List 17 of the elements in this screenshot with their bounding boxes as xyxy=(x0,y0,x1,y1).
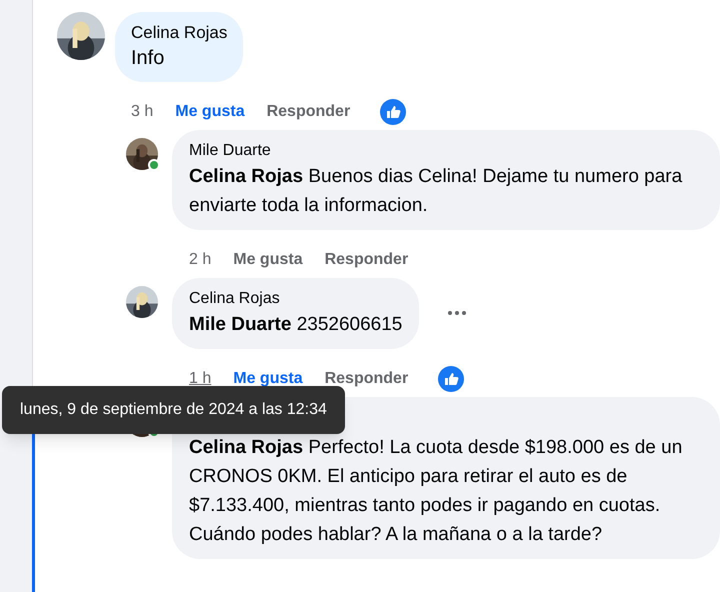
author-name[interactable]: Mile Duarte xyxy=(189,140,703,162)
reply-link[interactable]: Responder xyxy=(324,248,408,272)
more-options-icon[interactable] xyxy=(447,310,468,316)
like-link[interactable]: Me gusta xyxy=(175,100,245,124)
like-link[interactable]: Me gusta xyxy=(233,248,303,272)
thumbs-up-icon[interactable] xyxy=(438,366,464,392)
timestamp-link[interactable]: 2 h xyxy=(189,248,212,272)
author-name[interactable]: Celina Rojas xyxy=(131,22,228,44)
timestamp-link[interactable]: 3 h xyxy=(131,100,154,124)
thumbs-up-icon[interactable] xyxy=(380,99,406,125)
reply-text: Celina Rojas Buenos dias Celina! Dejame tu numero para enviarte toda la informacion. xyxy=(189,165,684,218)
comment-text: Info xyxy=(131,46,166,71)
author-name[interactable]: Celina Rojas xyxy=(189,288,402,310)
reply-link[interactable]: Responder xyxy=(266,100,350,124)
date-tooltip: lunes, 9 de septiembre de 2024 a las 12:34 xyxy=(2,386,345,434)
reply-text: Celina Rojas Perfecto! La cuota desde $198.000 es de un CRONOS 0KM. El anticipo para retirar el auto es de $7.133.400, mientras tanto podes ir pagando en cuotas. Cuándo podes hablar? A la mañana o a la tarde? xyxy=(189,436,684,547)
reply-text: Mile Duarte 2352606615 xyxy=(189,313,402,337)
